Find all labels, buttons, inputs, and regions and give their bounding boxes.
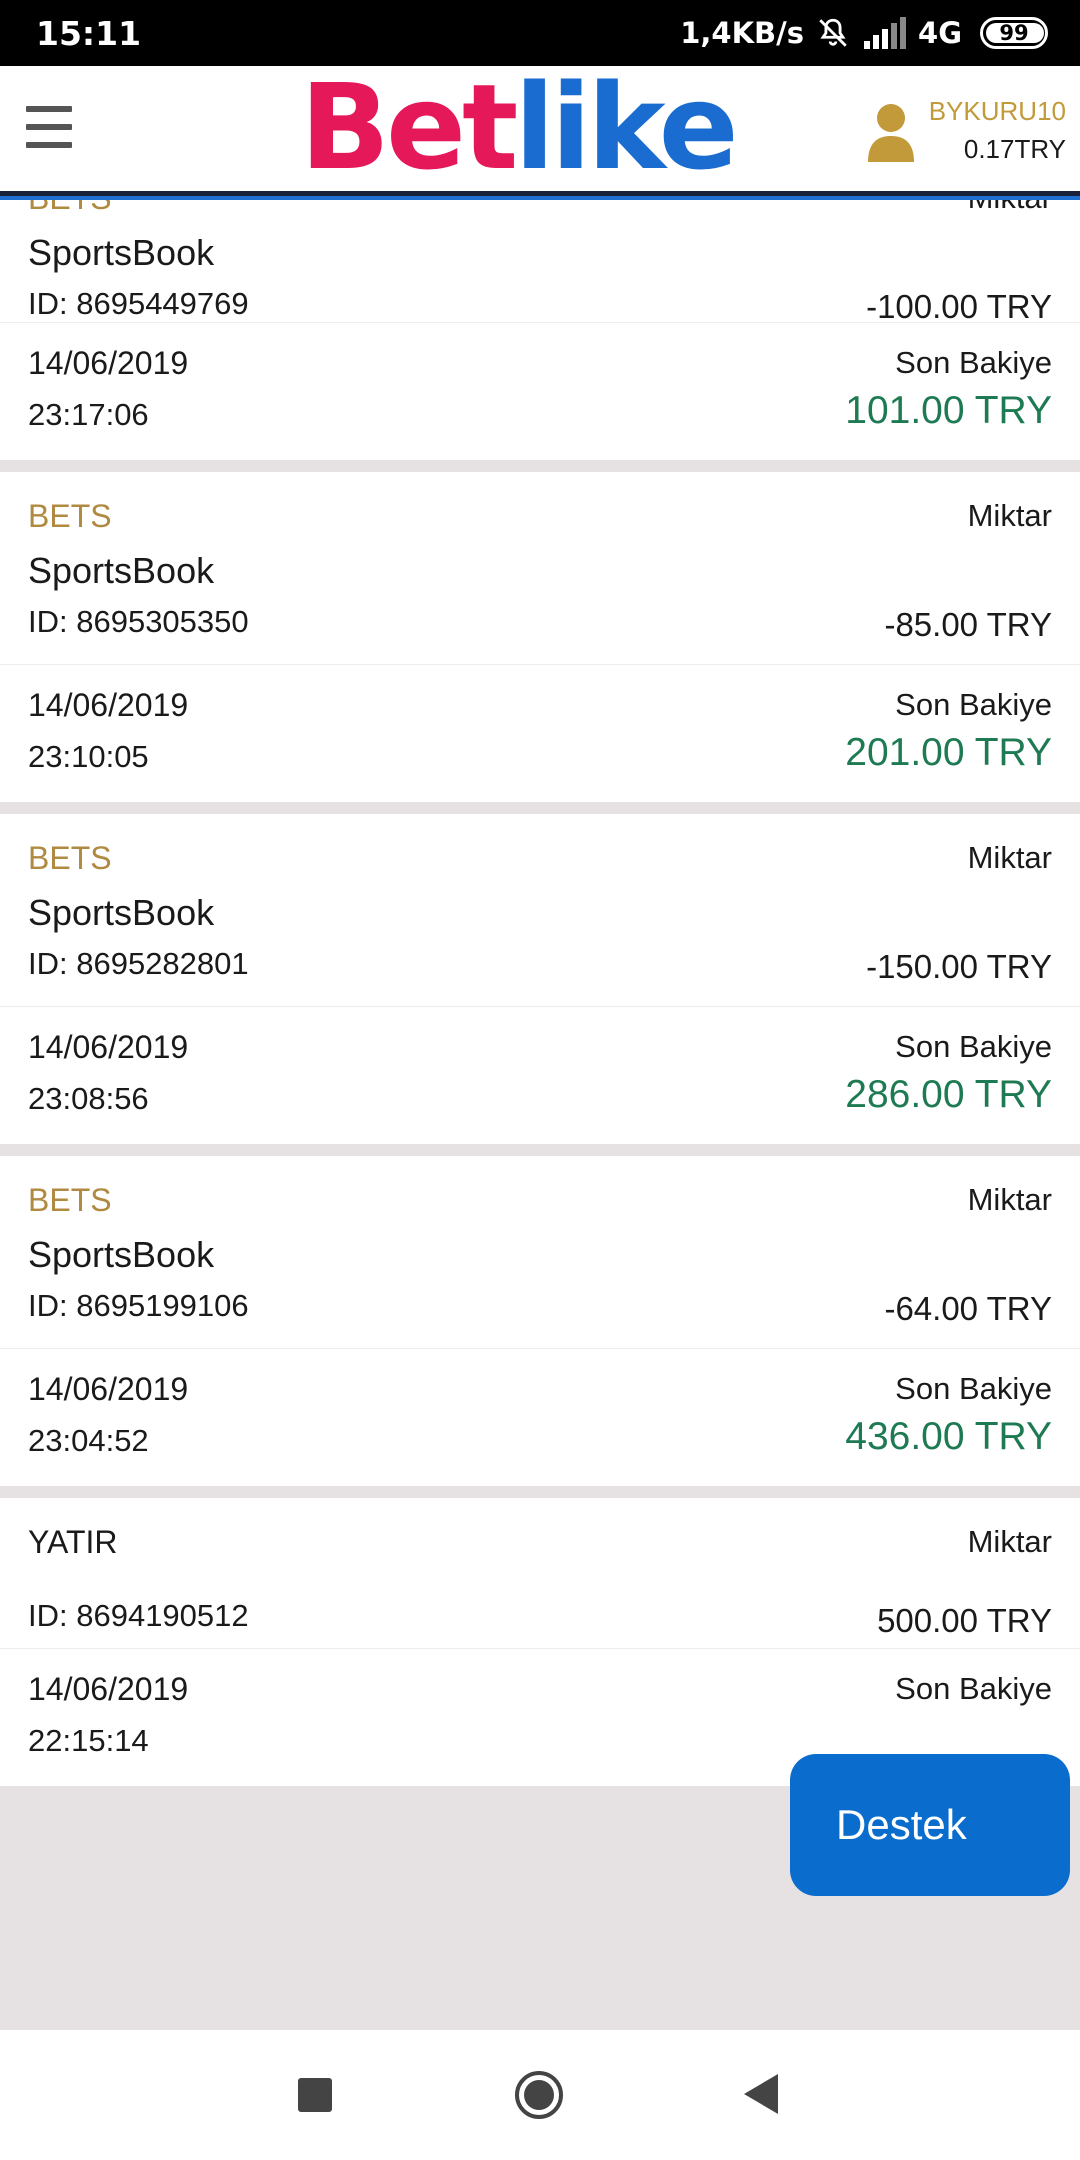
transaction-id: ID: 8695199106 xyxy=(28,1288,249,1323)
last-balance-label: Son Bakiye xyxy=(895,345,1052,380)
transaction-type: BETS xyxy=(28,498,112,534)
status-icons: 1,4KB/s 4G 99 xyxy=(680,16,1048,50)
system-nav-bar xyxy=(0,2030,1080,2160)
battery-icon: 99 xyxy=(980,17,1048,49)
bell-muted-icon xyxy=(819,18,847,47)
transaction-game: SportsBook xyxy=(28,550,215,591)
amount-label: Miktar xyxy=(968,200,1052,216)
transaction-game: SportsBook xyxy=(28,1234,215,1275)
amount-label: Miktar xyxy=(967,498,1052,533)
transaction-card: YATIR ID: 8694190512 Miktar 500.00 TRY 1… xyxy=(0,1498,1080,1786)
recents-icon[interactable] xyxy=(298,2078,332,2112)
transaction-time: 23:10:05 xyxy=(28,739,149,774)
transaction-date: 14/06/2019 xyxy=(28,1371,189,1407)
menu-icon[interactable] xyxy=(26,104,72,150)
status-bar: 15:11 1,4KB/s 4G 99 xyxy=(0,0,1080,66)
last-balance-label: Son Bakiye xyxy=(895,1371,1052,1406)
transaction-date: 14/06/2019 xyxy=(28,1671,189,1707)
transaction-type: YATIR xyxy=(28,1524,118,1560)
transaction-game: SportsBook xyxy=(28,892,215,933)
signal-icon xyxy=(864,17,907,49)
transaction-date: 14/06/2019 xyxy=(28,687,189,723)
support-button[interactable]: Destek xyxy=(790,1754,1070,1896)
transaction-card: BETS SportsBook ID: 8695282801 Miktar -1… xyxy=(0,814,1080,1144)
transaction-time: 23:17:06 xyxy=(28,397,149,432)
transaction-amount: -150.00 TRY xyxy=(866,948,1052,985)
transaction-summary-row: BETS SportsBook ID: 8695282801 Miktar -1… xyxy=(0,814,1080,1006)
last-balance-label: Son Bakiye xyxy=(895,1671,1052,1706)
transaction-amount: -85.00 TRY xyxy=(884,606,1052,643)
transaction-date: 14/06/2019 xyxy=(28,1029,189,1065)
transaction-detail-row: 14/06/2019 23:17:06 Son Bakiye 101.00 TR… xyxy=(0,322,1080,460)
status-time: 15:11 xyxy=(36,13,142,53)
transaction-summary-row: BETS SportsBook ID: 8695449769 Miktar -1… xyxy=(0,200,1080,325)
last-balance-value: 286.00 TRY xyxy=(845,1073,1052,1116)
transaction-time: 23:04:52 xyxy=(28,1423,149,1458)
amount-label: Miktar xyxy=(967,1524,1052,1559)
transaction-detail-row: 14/06/2019 23:10:05 Son Bakiye 201.00 TR… xyxy=(0,664,1080,802)
transaction-id: ID: 8695305350 xyxy=(28,604,249,639)
transaction-type: BETS xyxy=(28,200,112,217)
transaction-id: ID: 8695449769 xyxy=(28,286,249,321)
transaction-card: BETS SportsBook ID: 8695449769 Miktar -1… xyxy=(0,200,1080,460)
transaction-time: 22:15:14 xyxy=(28,1723,149,1758)
transaction-game: SportsBook xyxy=(28,232,215,273)
transaction-amount: -64.00 TRY xyxy=(884,1290,1052,1327)
user-icon[interactable] xyxy=(866,102,916,162)
transaction-card: BETS SportsBook ID: 8695199106 Miktar -6… xyxy=(0,1156,1080,1486)
last-balance-label: Son Bakiye xyxy=(895,1029,1052,1064)
home-icon[interactable] xyxy=(514,2070,564,2120)
transaction-summary-row: BETS SportsBook ID: 8695305350 Miktar -8… xyxy=(0,472,1080,664)
transaction-detail-row: 14/06/2019 23:08:56 Son Bakiye 286.00 TR… xyxy=(0,1006,1080,1144)
transaction-date: 14/06/2019 xyxy=(28,345,189,381)
transaction-card: BETS SportsBook ID: 8695305350 Miktar -8… xyxy=(0,472,1080,802)
logo-bet: Bet xyxy=(300,58,518,196)
transaction-detail-row: 14/06/2019 23:04:52 Son Bakiye 436.00 TR… xyxy=(0,1348,1080,1486)
transaction-summary-row: YATIR ID: 8694190512 Miktar 500.00 TRY xyxy=(0,1498,1080,1648)
transaction-summary-row: BETS SportsBook ID: 8695199106 Miktar -6… xyxy=(0,1156,1080,1348)
transaction-time: 23:08:56 xyxy=(28,1081,149,1116)
last-balance-value: 436.00 TRY xyxy=(845,1415,1052,1458)
transaction-amount: -100.00 TRY xyxy=(866,288,1052,325)
transaction-id: ID: 8694190512 xyxy=(28,1598,249,1633)
transaction-type: BETS xyxy=(28,840,112,876)
transaction-amount: 500.00 TRY xyxy=(877,1602,1052,1639)
network-type: 4G xyxy=(918,16,962,50)
amount-label: Miktar xyxy=(967,840,1052,875)
transaction-type: BETS xyxy=(28,1182,112,1218)
app-header: Bet like BYKURU10 0.17TRY xyxy=(0,66,1080,200)
amount-label: Miktar xyxy=(967,1182,1052,1217)
last-balance-value: 101.00 TRY xyxy=(845,389,1052,432)
account-balance: 0.17TRY xyxy=(963,134,1066,164)
betlike-logo[interactable]: Bet like xyxy=(300,68,739,186)
transaction-id: ID: 8695282801 xyxy=(28,946,249,981)
last-balance-label: Son Bakiye xyxy=(895,687,1052,722)
last-balance-value: 201.00 TRY xyxy=(845,731,1052,774)
network-speed: 1,4KB/s xyxy=(680,16,805,50)
username[interactable]: BYKURU10 xyxy=(929,96,1066,127)
back-icon[interactable] xyxy=(740,2072,780,2116)
battery-level: 99 xyxy=(999,21,1029,45)
logo-like: like xyxy=(514,58,738,196)
